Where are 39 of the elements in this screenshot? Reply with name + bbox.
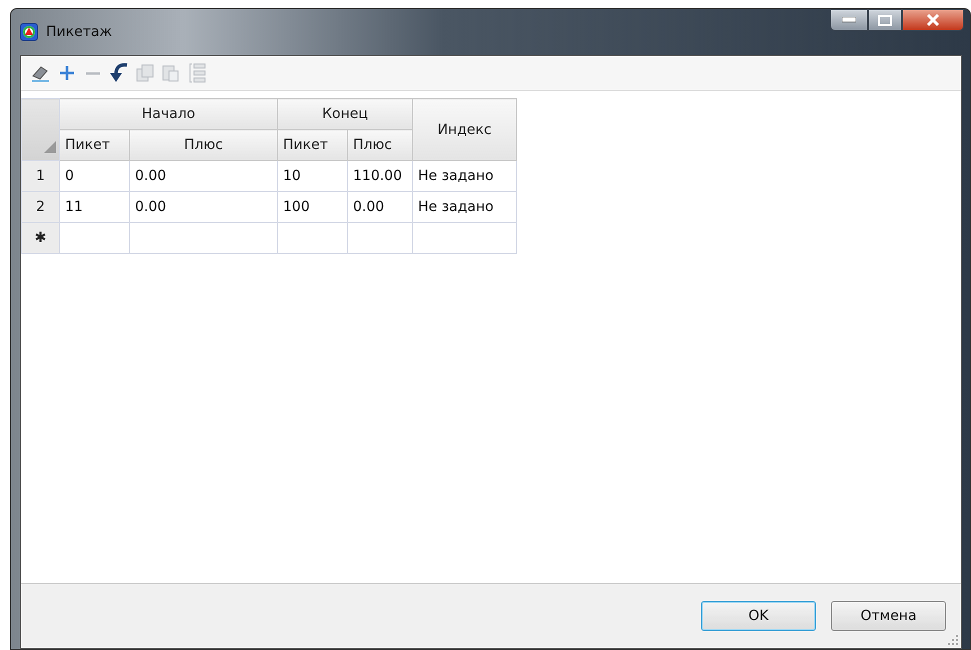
table-cell: 0.00 xyxy=(130,192,278,222)
table-cell: 100 xyxy=(278,192,348,222)
close-button[interactable] xyxy=(902,9,964,31)
close-icon xyxy=(926,14,940,26)
column-header[interactable]: Плюс xyxy=(348,130,412,160)
plus-icon xyxy=(58,64,76,82)
row-header[interactable]: 2 xyxy=(22,192,60,222)
table-cell: 0.00 xyxy=(348,192,412,222)
column-header[interactable]: Пикет xyxy=(278,130,348,160)
table-cell: Не задано xyxy=(412,192,516,222)
column-header[interactable]: Плюс xyxy=(130,130,278,160)
window-title: Пикетаж xyxy=(46,24,112,40)
cancel-button[interactable]: Отмена xyxy=(831,601,946,631)
new-row-marker[interactable]: ✱ xyxy=(22,222,60,254)
column-header[interactable]: Индекс xyxy=(412,98,516,160)
table-cell: 0.00 xyxy=(130,160,278,192)
ok-button[interactable]: OK xyxy=(701,601,816,631)
minimize-button[interactable] xyxy=(830,9,868,31)
minimize-icon xyxy=(842,17,856,23)
table-cell: 10 xyxy=(278,160,348,192)
resize-grip-icon xyxy=(948,635,958,645)
paste-icon xyxy=(161,63,181,83)
maximize-icon xyxy=(878,14,892,26)
column-group-header: Конец xyxy=(278,98,412,130)
maximize-button[interactable] xyxy=(868,9,902,31)
column-header[interactable]: Пикет xyxy=(60,130,130,160)
row-header[interactable]: 1 xyxy=(22,160,60,192)
list-icon xyxy=(187,62,207,84)
select-all-corner[interactable] xyxy=(22,98,60,160)
table-cell: 11 xyxy=(60,192,130,222)
corner-triangle-icon xyxy=(43,140,57,154)
table-cell: 110.00 xyxy=(348,160,412,192)
column-group-header: Начало xyxy=(60,98,278,130)
table-cell: 0 xyxy=(60,160,130,192)
minus-icon xyxy=(86,72,100,74)
copy-icon xyxy=(135,63,155,83)
table-cell: Не задано xyxy=(412,160,516,192)
undo-arrow-icon xyxy=(109,62,129,84)
app-icon xyxy=(20,23,38,41)
